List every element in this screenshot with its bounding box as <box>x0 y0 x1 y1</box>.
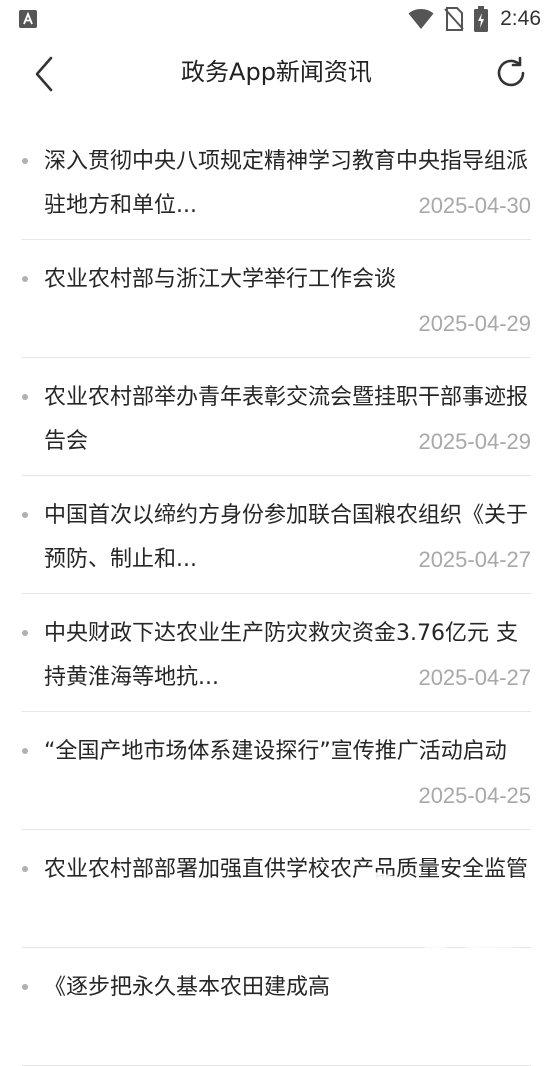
refresh-icon <box>497 56 525 87</box>
wifi-icon <box>408 9 434 29</box>
news-item[interactable]: 农业农村部与浙江大学举行工作会谈 2025-04-29 <box>22 240 531 358</box>
status-time: 2:46 <box>500 7 541 30</box>
back-button[interactable] <box>22 52 66 96</box>
bullet-dot <box>22 158 28 164</box>
bullet-dot <box>22 984 28 990</box>
news-item[interactable]: 深入贯彻中央八项规定精神学习教育中央指导组派驻地方和单位... 2025-04-… <box>22 122 531 240</box>
news-item[interactable]: 中央财政下达农业生产防灾救灾资金3.76亿元 支持黄淮海等地抗... 2025-… <box>22 594 531 712</box>
news-item[interactable]: 中国首次以缔约方身份参加联合国粮农组织《关于预防、制止和... 2025-04-… <box>22 476 531 594</box>
refresh-button[interactable] <box>489 51 533 95</box>
news-title: 《逐步把永久基本农田建成高 <box>44 975 331 1000</box>
status-bar: 2:46 <box>0 0 553 38</box>
news-date: 2025-04-29 <box>410 420 531 464</box>
no-sim-icon <box>444 7 464 31</box>
battery-charging-icon <box>474 6 489 32</box>
bullet-dot <box>22 866 28 872</box>
news-list: 深入贯彻中央八项规定精神学习教育中央指导组派驻地方和单位... 2025-04-… <box>0 122 553 1066</box>
status-icons: 2:46 <box>398 6 541 32</box>
news-date: 2025-04-29 <box>410 302 531 346</box>
bullet-dot <box>22 394 28 400</box>
news-date: 2025-04-30 <box>410 184 531 228</box>
a-badge-icon <box>19 10 37 28</box>
news-date: 2025-04-27 <box>410 538 531 582</box>
news-item[interactable]: “全国产地市场体系建设探行”宣传推广活动启动 2025-04-25 <box>22 712 531 830</box>
news-item[interactable]: 农业农村部部署加强直供学校农产品质量安全监管 <box>22 830 531 948</box>
bullet-dot <box>22 748 28 754</box>
app-bar: 政务App新闻资讯 <box>0 38 553 108</box>
bullet-dot <box>22 512 28 518</box>
bullet-dot <box>22 630 28 636</box>
chevron-left-icon <box>35 56 53 92</box>
news-title: 农业农村部部署加强直供学校农产品质量安全监管 <box>44 857 529 882</box>
bullet-dot <box>22 276 28 282</box>
page-title: 政务App新闻资讯 <box>181 58 372 86</box>
news-date: 2025-04-27 <box>410 656 531 700</box>
news-item[interactable]: 农业农村部举办青年表彰交流会暨挂职干部事迹报告会 2025-04-29 <box>22 358 531 476</box>
news-item[interactable]: 《逐步把永久基本农田建成高 <box>22 948 531 1066</box>
news-date: 2025-04-25 <box>410 774 531 818</box>
